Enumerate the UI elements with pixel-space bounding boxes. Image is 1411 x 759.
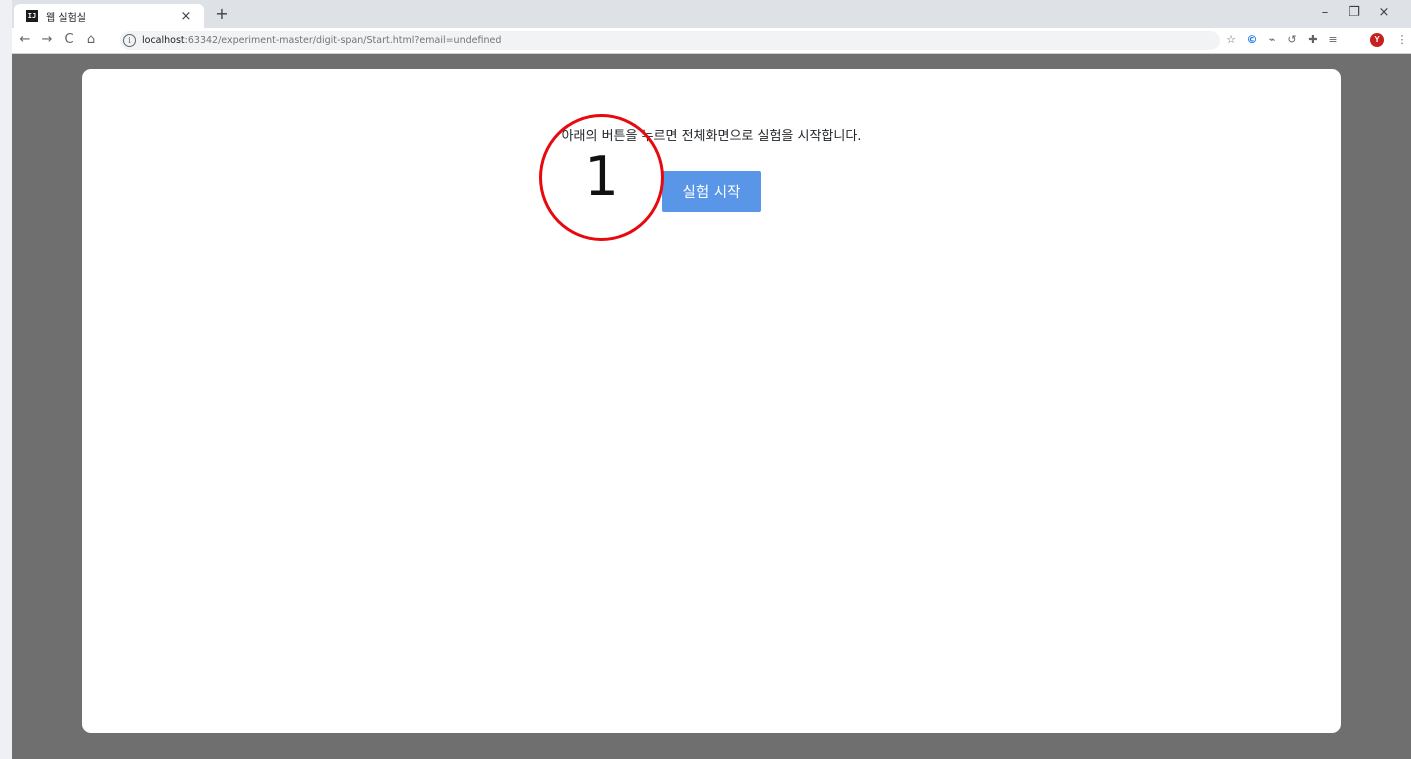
minimize-button[interactable]: –	[1314, 4, 1336, 22]
url-host: localhost	[142, 35, 185, 46]
c-extension-icon[interactable]: ©	[1244, 32, 1260, 48]
puzzle-extension-icon[interactable]: ✚	[1305, 32, 1321, 48]
close-window-button[interactable]: ×	[1373, 4, 1395, 22]
back-button[interactable]: ←	[16, 31, 34, 49]
start-experiment-button[interactable]: 실험 시작	[662, 171, 761, 212]
forward-button[interactable]: →	[38, 31, 56, 49]
left-gutter	[0, 0, 12, 759]
menu-icon[interactable]: ⋮	[1394, 32, 1410, 48]
browser-tab[interactable]: IJ 웹 실험실 ×	[14, 4, 204, 28]
url-path: :63342/experiment-master/digit-span/Star…	[184, 35, 502, 46]
instruction-text: 아래의 버튼을 누르면 전체화면으로 실험을 시작합니다.	[561, 129, 862, 144]
profile-avatar[interactable]: Y	[1370, 33, 1384, 47]
media-queue-icon[interactable]: ≡	[1325, 32, 1341, 48]
browser-toolbar: ← → C ⌂ i localhost:63342/experiment-mas…	[12, 28, 1411, 54]
site-info-icon[interactable]: i	[123, 34, 136, 47]
star-icon[interactable]: ☆	[1223, 32, 1239, 48]
new-tab-button[interactable]: +	[213, 5, 231, 23]
tab-close-icon[interactable]: ×	[178, 9, 194, 24]
annotation-circle: 1	[539, 114, 664, 241]
undo-extension-icon[interactable]: ↺	[1284, 32, 1300, 48]
home-button[interactable]: ⌂	[82, 31, 100, 49]
address-bar[interactable]: i localhost:63342/experiment-master/digi…	[120, 31, 1220, 50]
restore-button[interactable]: ❐	[1343, 4, 1365, 22]
annotation-number: 1	[584, 144, 619, 208]
pulse-extension-icon[interactable]: ⌁	[1264, 32, 1280, 48]
intellij-favicon-icon: IJ	[26, 10, 38, 22]
reload-button[interactable]: C	[60, 31, 78, 49]
tab-title: 웹 실험실	[46, 12, 86, 24]
tab-bar: IJ 웹 실험실 × + – ❐ ×	[12, 0, 1411, 28]
content-card: 아래의 버튼을 누르면 전체화면으로 실험을 시작합니다. 실험 시작	[82, 69, 1341, 733]
